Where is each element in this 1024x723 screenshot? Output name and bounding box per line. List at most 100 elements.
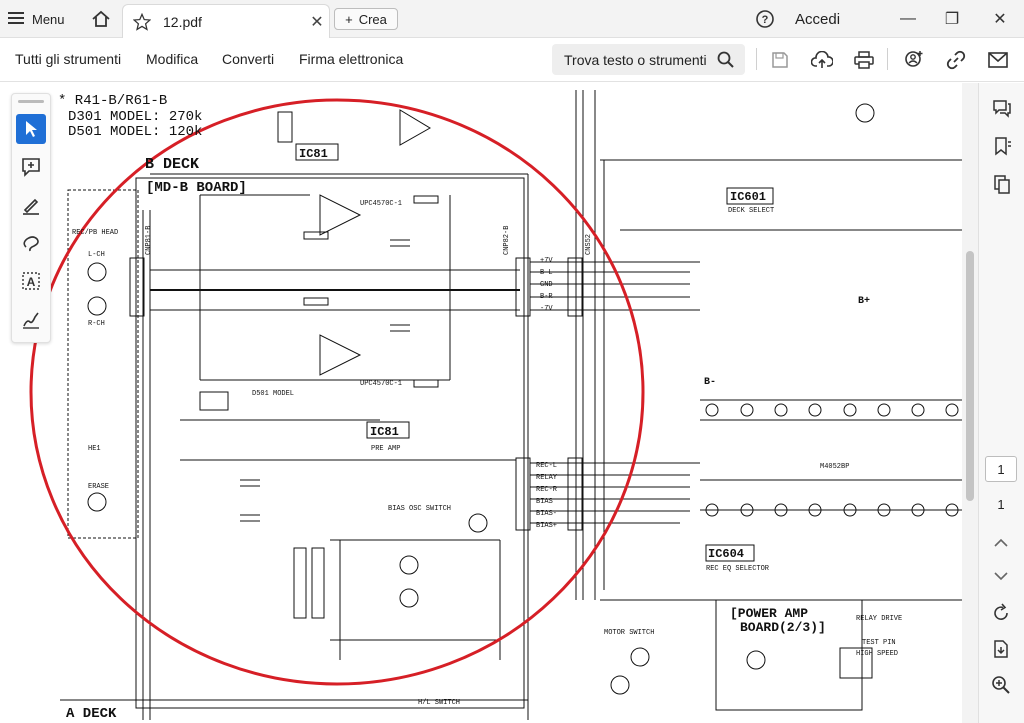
vertical-scrollbar[interactable] bbox=[962, 83, 978, 723]
zoom-in-icon[interactable] bbox=[988, 672, 1014, 698]
b-plus-label: B+ bbox=[858, 296, 870, 307]
help-icon: ? bbox=[756, 10, 774, 28]
extract-icon[interactable] bbox=[988, 636, 1014, 662]
ic81-mid-label: IC81 bbox=[370, 425, 399, 439]
title-bar: Menu 12.pdf ✕ + Crea ? Accedi — ❐ ✕ bbox=[0, 0, 1024, 38]
ic604-label: IC604 bbox=[708, 547, 744, 561]
erase-label: ERASE bbox=[88, 483, 109, 491]
upload-icon[interactable] bbox=[810, 48, 834, 72]
palette-grip[interactable] bbox=[18, 100, 44, 103]
page-number-input[interactable]: 1 bbox=[985, 456, 1017, 482]
plus-icon: + bbox=[345, 11, 353, 27]
pin-plus7v: +7V bbox=[540, 257, 553, 265]
md-board-label: [MD-B BOARD] bbox=[146, 180, 247, 196]
pin-rec-r: REC-R bbox=[536, 486, 558, 494]
bias-osc-label: BIAS OSC SWITCH bbox=[388, 505, 451, 513]
board-23-label: BOARD(2/3)] bbox=[740, 620, 826, 635]
b-deck-label: B DECK bbox=[145, 156, 199, 173]
signin-button[interactable]: Accedi bbox=[795, 0, 840, 38]
upc-b-label: UPC4570C-1 bbox=[360, 380, 402, 388]
chevron-down-icon[interactable] bbox=[988, 563, 1014, 589]
a-deck-label: A DECK bbox=[66, 706, 117, 722]
search-tools-button[interactable]: Trova testo o strumenti bbox=[552, 44, 745, 75]
pin-gnd: GND bbox=[540, 281, 553, 289]
note-line-3: D501 MODEL: 120k bbox=[68, 124, 202, 140]
tool-edit[interactable]: Modifica bbox=[146, 51, 198, 67]
pin-bias: BIAS bbox=[536, 498, 553, 506]
svg-text:A: A bbox=[27, 275, 36, 289]
relay-drive-label: RELAY DRIVE bbox=[856, 615, 902, 623]
rch-label: R-CH bbox=[88, 320, 105, 328]
svg-text:?: ? bbox=[762, 14, 769, 26]
right-panel bbox=[978, 83, 1024, 723]
toolbar-divider-2 bbox=[887, 48, 888, 70]
hamburger-icon bbox=[8, 11, 24, 27]
home-button[interactable] bbox=[88, 0, 114, 38]
pdf-viewport[interactable]: * R41-B/R61-B D301 MODEL: 270k D501 MODE… bbox=[0, 83, 962, 723]
d501-model-label: D501 MODEL bbox=[252, 390, 294, 398]
pin-bias-minus: BIAS- bbox=[536, 510, 557, 518]
create-label: Crea bbox=[358, 11, 387, 27]
b-minus-label: B- bbox=[704, 377, 716, 388]
note-line-2: D301 MODEL: 270k bbox=[68, 109, 202, 125]
save-icon[interactable] bbox=[768, 48, 792, 72]
pin-bias-plus: BIAS+ bbox=[536, 522, 557, 530]
rec-pb-head-label: REC/PB HEAD bbox=[72, 229, 118, 237]
print-icon[interactable] bbox=[852, 48, 876, 72]
window-close-icon[interactable]: ✕ bbox=[980, 0, 1020, 38]
rotate-icon[interactable] bbox=[988, 600, 1014, 626]
restore-icon[interactable]: ❐ bbox=[932, 0, 972, 38]
ic81-sub-label: PRE AMP bbox=[371, 445, 400, 453]
minimize-icon[interactable]: — bbox=[888, 0, 928, 38]
comment-add-icon[interactable] bbox=[16, 152, 46, 182]
high-speed-label: HIGH SPEED bbox=[856, 650, 898, 658]
document-tab[interactable]: 12.pdf ✕ bbox=[122, 4, 330, 38]
cns52-label: CNS52 bbox=[585, 234, 593, 255]
ic81-top-label: IC81 bbox=[299, 147, 328, 161]
schematic-drawing: * R41-B/R61-B D301 MODEL: 270k D501 MODE… bbox=[29, 90, 962, 722]
cnp81-label: CNP81-B bbox=[145, 226, 153, 255]
share-user-icon[interactable] bbox=[902, 48, 926, 72]
help-button[interactable]: ? bbox=[752, 0, 778, 38]
pin-b-l: B-L bbox=[540, 269, 553, 277]
rec-eq-label: REC EQ SELECTOR bbox=[706, 565, 770, 573]
mail-icon[interactable] bbox=[986, 48, 1010, 72]
pin-minus7v: -7V bbox=[540, 305, 553, 313]
pin-b-r: B-R bbox=[540, 293, 553, 301]
star-icon bbox=[133, 12, 151, 31]
menu-label: Menu bbox=[32, 11, 65, 27]
sign-icon[interactable] bbox=[16, 304, 46, 334]
power-amp-label: [POWER AMP bbox=[730, 606, 808, 621]
link-icon[interactable] bbox=[944, 48, 968, 72]
create-button[interactable]: + Crea bbox=[334, 8, 398, 30]
lch-label: L-CH bbox=[88, 251, 105, 259]
tool-all-tools[interactable]: Tutti gli strumenti bbox=[15, 51, 121, 67]
tab-close-icon[interactable]: ✕ bbox=[305, 12, 329, 32]
tool-esign[interactable]: Firma elettronica bbox=[299, 51, 403, 67]
pin-relay: RELAY bbox=[536, 474, 558, 482]
search-icon bbox=[717, 51, 734, 68]
ic604-part-label: M4052BP bbox=[820, 463, 849, 471]
he1-label: HE1 bbox=[88, 445, 101, 453]
pages-icon[interactable] bbox=[989, 171, 1015, 197]
home-icon bbox=[92, 10, 110, 27]
cnp82-label: CNP82-B bbox=[503, 226, 511, 255]
tool-palette: A bbox=[11, 93, 51, 343]
select-icon[interactable] bbox=[16, 114, 46, 144]
page-total: 1 bbox=[997, 496, 1005, 512]
bookmark-icon[interactable] bbox=[989, 133, 1015, 159]
chevron-up-icon[interactable] bbox=[988, 530, 1014, 556]
scroll-thumb[interactable] bbox=[966, 251, 974, 501]
menu-button[interactable]: Menu bbox=[8, 0, 65, 38]
lasso-draw-icon[interactable] bbox=[16, 228, 46, 258]
search-label: Trova testo o strumenti bbox=[564, 51, 707, 68]
note-line-1: * R41-B/R61-B bbox=[58, 93, 167, 109]
text-select-icon[interactable]: A bbox=[16, 266, 46, 296]
test-pin-label: TEST PIN bbox=[862, 639, 896, 647]
upc-a-label: UPC4570C-1 bbox=[360, 200, 402, 208]
pin-rec-l: REC-L bbox=[536, 462, 557, 470]
highlight-pen-icon[interactable] bbox=[16, 190, 46, 220]
tool-convert[interactable]: Converti bbox=[222, 51, 274, 67]
comments-icon[interactable] bbox=[989, 95, 1015, 121]
hl-switch-label: H/L SWITCH bbox=[418, 699, 460, 707]
